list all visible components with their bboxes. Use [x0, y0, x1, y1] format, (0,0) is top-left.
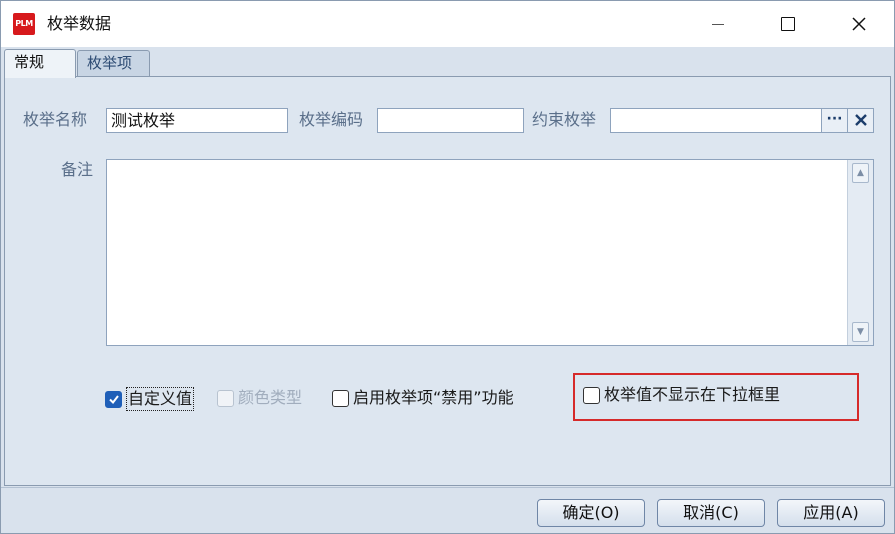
- title-bar: PLM 枚举数据: [1, 1, 894, 47]
- hide-in-dropdown-checkbox[interactable]: [583, 386, 600, 404]
- color-type-label: 颜色类型: [238, 388, 303, 407]
- tab-strip: 常规 枚举项: [1, 47, 894, 78]
- custom-value-checkbox[interactable]: [105, 390, 122, 408]
- close-button[interactable]: [829, 1, 889, 47]
- tab-general[interactable]: 常规: [4, 49, 76, 78]
- scroll-up-icon[interactable]: ▲: [852, 163, 869, 183]
- constraint-enum-label: 约束枚举: [532, 110, 597, 129]
- maximize-icon: [781, 17, 795, 31]
- enum-code-input[interactable]: [377, 108, 524, 133]
- browse-button[interactable]: ···: [821, 109, 847, 132]
- scroll-down-icon[interactable]: ▼: [852, 322, 869, 342]
- apply-button[interactable]: 应用(A): [777, 499, 885, 527]
- clear-icon: [854, 114, 867, 126]
- minimize-button[interactable]: [688, 1, 748, 47]
- enable-disable-fn-checkbox[interactable]: [332, 389, 349, 407]
- custom-value-option[interactable]: 自定义值: [105, 387, 195, 411]
- remark-scrollbar[interactable]: ▲ ▼: [847, 160, 873, 345]
- color-type-checkbox[interactable]: [217, 389, 234, 407]
- enable-disable-fn-option[interactable]: 启用枚举项“禁用”功能: [332, 387, 514, 409]
- enum-name-input[interactable]: 测试枚举: [106, 108, 288, 133]
- plm-logo-icon: PLM: [13, 13, 35, 35]
- window-title: 枚举数据: [47, 14, 112, 33]
- checkmark-icon: [108, 395, 119, 405]
- constraint-enum-field: ···: [610, 108, 874, 133]
- minimize-icon: [712, 23, 724, 25]
- enable-disable-fn-label: 启用枚举项“禁用”功能: [353, 388, 514, 407]
- hide-in-dropdown-option[interactable]: 枚举值不显示在下拉框里: [583, 384, 780, 406]
- remark-label: 备注: [61, 160, 94, 179]
- ok-button[interactable]: 确定(O): [537, 499, 645, 527]
- close-icon: [852, 17, 866, 31]
- cancel-button[interactable]: 取消(C): [657, 499, 765, 527]
- hide-in-dropdown-label: 枚举值不显示在下拉框里: [604, 385, 781, 404]
- button-bar: 确定(O) 取消(C) 应用(A): [1, 487, 894, 533]
- tab-enum-items[interactable]: 枚举项: [77, 50, 150, 77]
- custom-value-label: 自定义值: [126, 387, 195, 411]
- general-panel: 枚举名称 测试枚举 枚举编码 约束枚举 ··· 备注 ▲ ▼ 自定义值 颜色类型…: [4, 76, 891, 486]
- remark-textarea[interactable]: ▲ ▼: [106, 159, 874, 346]
- enum-data-dialog: PLM 枚举数据 常规 枚举项 枚举名称 测试枚举 枚举编码 约束枚举 ···: [0, 0, 895, 534]
- color-type-option[interactable]: 颜色类型: [217, 387, 302, 409]
- enum-code-label: 枚举编码: [299, 110, 364, 129]
- clear-button[interactable]: [847, 109, 873, 132]
- enum-name-label: 枚举名称: [23, 110, 88, 129]
- maximize-button[interactable]: [758, 1, 818, 47]
